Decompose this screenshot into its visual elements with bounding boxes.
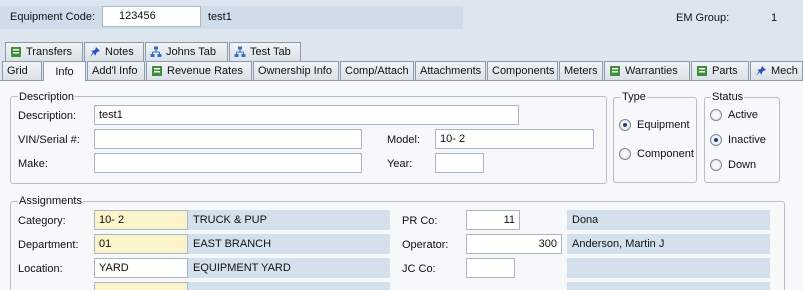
tab-label: Johns Tab <box>166 46 216 58</box>
description-section-title: Description <box>18 91 76 104</box>
tab-grid[interactable]: Grid <box>2 61 42 80</box>
jc-co-label: JC Co: <box>402 263 436 275</box>
department-label: Department: <box>18 239 79 251</box>
department-description: EAST BRANCH <box>188 234 390 254</box>
tab-label: Components <box>492 65 555 77</box>
hierarchy-icon <box>234 46 246 57</box>
type-component-label[interactable]: Component <box>637 148 694 161</box>
status-down-radio[interactable] <box>710 159 722 171</box>
tab-label: Add'l Info <box>92 65 138 77</box>
tab-label: Grid <box>7 65 28 77</box>
jc-co-input[interactable] <box>466 258 515 278</box>
tab-label: Warranties <box>625 65 678 77</box>
description-label: Description: <box>18 110 77 122</box>
year-label: Year: <box>387 158 413 170</box>
type-section-title: Type <box>621 91 647 104</box>
status-inactive-label[interactable]: Inactive <box>728 134 766 147</box>
make-input[interactable] <box>94 153 362 173</box>
make-label: Make: <box>18 158 48 170</box>
tab-parts[interactable]: Parts <box>691 61 749 80</box>
tab-label: Mech <box>771 65 798 77</box>
type-component-radio[interactable] <box>619 148 631 160</box>
pin-icon <box>90 47 100 57</box>
tab-meters[interactable]: Meters <box>559 61 603 80</box>
type-equipment-label[interactable]: Equipment <box>637 119 690 132</box>
status-section-title: Status <box>711 91 745 104</box>
equipment-code-input[interactable]: 123456 <box>102 6 201 27</box>
model-input[interactable]: 10- 2 <box>435 129 594 149</box>
tab-label: Notes <box>105 46 134 58</box>
tab-mech[interactable]: Mech <box>750 61 803 80</box>
department-input[interactable]: 01 <box>94 234 188 254</box>
em-group-label: EM Group: <box>676 12 730 24</box>
equipment-name: test1 <box>208 11 232 23</box>
model-label: Model: <box>387 134 421 146</box>
tab-label: Test Tab <box>250 46 291 58</box>
status-inactive-radio[interactable] <box>710 134 722 146</box>
next-row-description <box>188 282 390 290</box>
pr-co-input[interactable]: 11 <box>466 210 520 230</box>
tab-label: Ownership Info <box>258 65 332 77</box>
vin-input[interactable] <box>94 129 362 149</box>
tab-johns-tab[interactable]: Johns Tab <box>145 42 228 61</box>
hierarchy-icon <box>150 46 162 57</box>
tab-label: Meters <box>564 65 598 77</box>
jc-co-description <box>567 258 770 278</box>
operator-description: Anderson, Martin J <box>567 234 770 254</box>
description-input[interactable]: test1 <box>94 105 519 125</box>
next-row-right-description <box>567 282 770 290</box>
document-icon <box>697 66 707 76</box>
tab-label: Revenue Rates <box>167 65 243 77</box>
location-description: EQUIPMENT YARD <box>188 258 390 278</box>
equipment-code-label: Equipment Code: <box>10 11 95 23</box>
pr-co-label: PR Co: <box>402 215 438 227</box>
location-input[interactable]: YARD <box>94 258 188 278</box>
category-label: Category: <box>18 215 66 227</box>
tab-label: Transfers <box>26 46 73 58</box>
tab-ownership-info[interactable]: Ownership Info <box>253 61 339 80</box>
category-input[interactable]: 10- 2 <box>94 210 188 230</box>
tab-warranties[interactable]: Warranties <box>604 61 690 80</box>
next-row-input[interactable] <box>94 282 188 290</box>
vin-label: VIN/Serial #: <box>18 134 80 146</box>
tab-label: Info <box>55 65 74 78</box>
status-active-label[interactable]: Active <box>728 109 758 122</box>
year-input[interactable] <box>435 153 484 173</box>
type-group <box>613 97 697 183</box>
em-group-value: 1 <box>771 12 778 24</box>
tab-addl-info[interactable]: Add'l Info <box>87 61 145 80</box>
assignments-section-title: Assignments <box>18 195 83 208</box>
pin-icon <box>756 66 766 76</box>
type-equipment-radio[interactable] <box>619 119 631 131</box>
document-icon <box>152 66 162 76</box>
operator-label: Operator: <box>402 239 449 251</box>
tab-comp-attach[interactable]: Comp/Attach <box>340 61 414 80</box>
tab-label: Attachments <box>420 65 482 77</box>
tab-label: Parts <box>712 65 738 77</box>
operator-input[interactable]: 300 <box>466 234 562 254</box>
document-icon <box>610 66 620 76</box>
document-icon <box>11 47 21 57</box>
category-description: TRUCK & PUP <box>188 210 390 230</box>
status-down-label[interactable]: Down <box>728 159 756 172</box>
tab-components[interactable]: Components <box>487 61 558 80</box>
location-label: Location: <box>18 263 63 275</box>
tab-transfers[interactable]: Transfers <box>5 42 83 61</box>
pr-co-description: Dona <box>567 210 770 230</box>
tab-attachments[interactable]: Attachments <box>415 61 486 80</box>
status-active-radio[interactable] <box>710 109 722 121</box>
tab-info[interactable]: Info <box>43 61 86 81</box>
tab-test-tab[interactable]: Test Tab <box>229 42 301 61</box>
tab-notes[interactable]: Notes <box>84 42 144 61</box>
tab-revenue-rates[interactable]: Revenue Rates <box>146 61 252 80</box>
tab-label: Comp/Attach <box>345 65 409 77</box>
